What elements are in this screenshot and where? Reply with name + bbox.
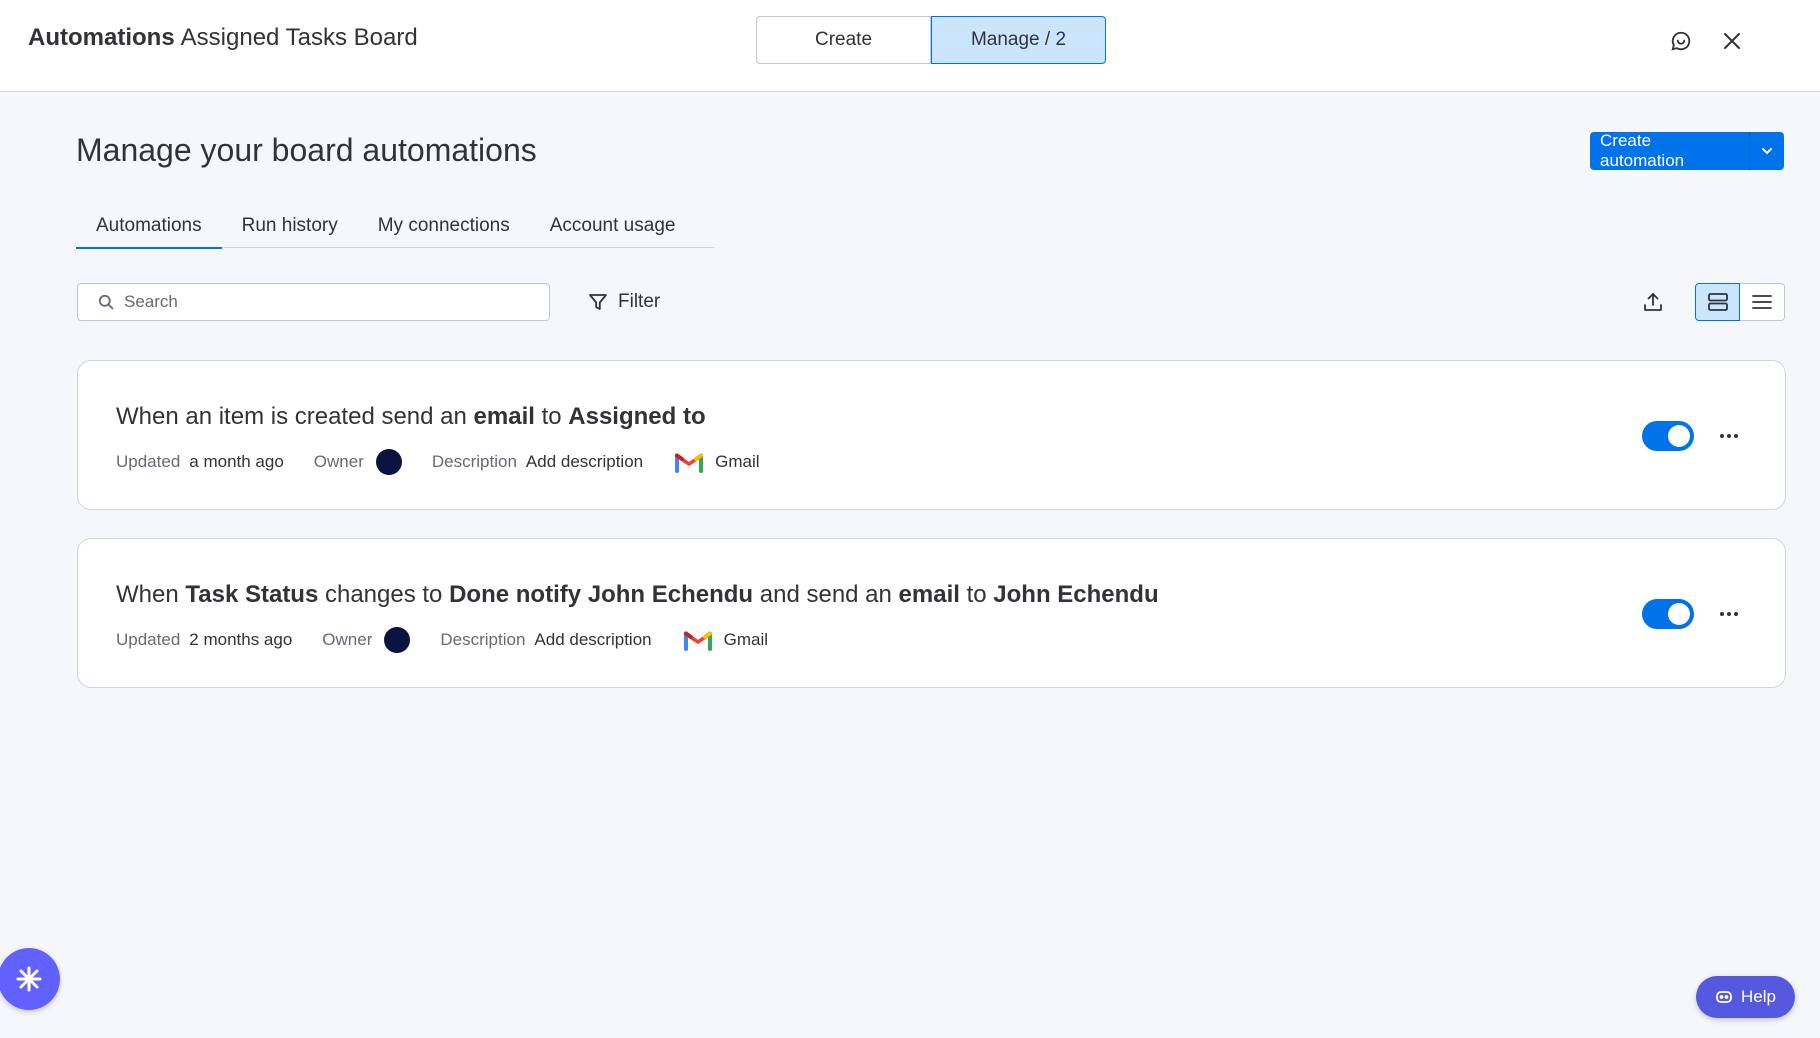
list-view-icon bbox=[1752, 295, 1772, 309]
title-keyword: Done bbox=[449, 581, 510, 608]
snowflake-icon bbox=[16, 966, 42, 992]
add-description-link[interactable]: Add description bbox=[526, 452, 643, 472]
automation-card[interactable]: When an item is created send an email to… bbox=[77, 360, 1786, 510]
create-mode-button[interactable]: Create bbox=[756, 16, 931, 64]
title-text: to bbox=[959, 581, 994, 608]
export-button[interactable] bbox=[1636, 284, 1670, 320]
create-automation-group: Create automation bbox=[1590, 131, 1784, 170]
tab-my-connections[interactable]: My connections bbox=[358, 204, 530, 248]
updated-value: a month ago bbox=[189, 452, 284, 471]
header-board-name: Assigned Tasks Board bbox=[180, 24, 418, 51]
header-title: Automations Assigned Tasks Board bbox=[28, 24, 418, 52]
robot-icon bbox=[1716, 991, 1732, 1003]
search-icon bbox=[98, 294, 114, 310]
create-automation-button[interactable]: Create automation bbox=[1590, 131, 1750, 170]
title-keyword: Assigned to bbox=[568, 403, 706, 430]
automation-card[interactable]: When Task Status changes to Done notify … bbox=[77, 538, 1786, 688]
help-label: Help bbox=[1741, 987, 1776, 1006]
automation-title: When Task Status changes to Done notify … bbox=[116, 581, 1159, 609]
description-label: Description bbox=[440, 630, 526, 649]
updated-value: 2 months ago bbox=[189, 630, 293, 649]
more-horizontal-icon bbox=[1720, 434, 1738, 438]
search-input[interactable] bbox=[124, 292, 524, 312]
tabs-bar: Automations Run history My connections A… bbox=[76, 204, 714, 249]
title-text bbox=[581, 581, 588, 608]
gmail-icon bbox=[675, 452, 704, 473]
tab-run-history[interactable]: Run history bbox=[222, 204, 358, 248]
tab-account-usage[interactable]: Account usage bbox=[530, 204, 696, 248]
automation-title: When an item is created send an email to… bbox=[116, 403, 706, 431]
cards-view-button[interactable] bbox=[1695, 283, 1740, 321]
cards-view-icon bbox=[1707, 293, 1728, 311]
chevron-down-icon bbox=[1762, 148, 1772, 155]
automation-toggle[interactable] bbox=[1642, 599, 1694, 629]
title-text bbox=[509, 581, 516, 608]
owner-label: Owner bbox=[313, 452, 364, 471]
automation-meta: Updated a month ago Owner Description Ad… bbox=[116, 449, 760, 475]
updated-label: Updated bbox=[116, 452, 181, 471]
title-keyword: email bbox=[473, 403, 535, 430]
title-keyword: John Echendu bbox=[993, 581, 1159, 608]
upload-icon bbox=[1644, 293, 1662, 311]
title-text: When bbox=[116, 581, 186, 608]
add-description-link[interactable]: Add description bbox=[534, 630, 651, 650]
integration-label: Gmail bbox=[715, 452, 760, 471]
integration-label: Gmail bbox=[723, 630, 769, 649]
automation-toggle[interactable] bbox=[1642, 421, 1694, 451]
avatar[interactable] bbox=[384, 627, 411, 653]
more-options-button[interactable] bbox=[1712, 419, 1746, 453]
filter-button[interactable]: Filter bbox=[588, 286, 660, 318]
title-keyword: John Echendu bbox=[587, 581, 754, 608]
title-keyword: Task Status bbox=[185, 581, 319, 608]
mode-switch: Create Manage / 2 bbox=[756, 16, 1106, 64]
title-keyword: email bbox=[898, 581, 960, 608]
close-icon[interactable] bbox=[1717, 26, 1747, 56]
search-box bbox=[77, 283, 550, 321]
create-automation-dropdown[interactable] bbox=[1750, 132, 1784, 170]
filter-icon bbox=[589, 294, 607, 310]
automation-meta: Updated 2 months ago Owner Description A… bbox=[116, 627, 768, 653]
top-header: Automations Assigned Tasks Board Create M… bbox=[0, 0, 1820, 92]
title-text: and send an bbox=[753, 581, 899, 608]
help-button[interactable]: Help bbox=[1696, 976, 1795, 1018]
header-title-automations: Automations bbox=[28, 24, 175, 51]
title-text: changes to bbox=[318, 581, 450, 608]
title-keyword: notify bbox=[515, 581, 582, 608]
description-label: Description bbox=[431, 452, 517, 471]
view-toggle bbox=[1695, 283, 1785, 321]
page-title: Manage your board automations bbox=[76, 132, 537, 168]
owner-label: Owner bbox=[322, 630, 373, 649]
title-text: to bbox=[534, 403, 569, 430]
gmail-icon bbox=[683, 630, 712, 651]
list-view-button[interactable] bbox=[1740, 283, 1785, 321]
updated-label: Updated bbox=[116, 630, 181, 649]
more-options-button[interactable] bbox=[1712, 597, 1746, 631]
title-text: When an item is created send an bbox=[116, 403, 474, 430]
avatar[interactable] bbox=[375, 449, 402, 475]
chat-bubble-icon[interactable] bbox=[1666, 26, 1696, 56]
filter-label: Filter bbox=[618, 291, 661, 312]
tab-automations[interactable]: Automations bbox=[76, 204, 222, 249]
assistant-fab[interactable] bbox=[0, 948, 60, 1010]
manage-mode-button[interactable]: Manage / 2 bbox=[931, 16, 1106, 64]
more-horizontal-icon bbox=[1720, 612, 1738, 616]
